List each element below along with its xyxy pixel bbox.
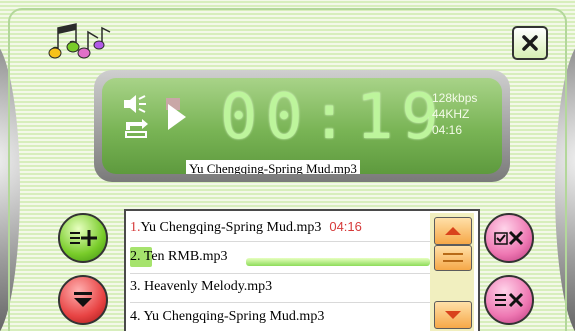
repeat-icon[interactable]	[122, 118, 150, 138]
collapse-button[interactable]	[58, 275, 108, 325]
playlist-item-index: 3.	[130, 279, 141, 294]
playlist-item-selected[interactable]: 2. Ten RMB.mp3	[130, 245, 430, 269]
close-icon	[522, 35, 538, 51]
playlist-item-title: Heavenly Melody.mp3	[144, 279, 273, 294]
delete-checked-icon	[494, 230, 524, 246]
add-to-playlist-button[interactable]	[58, 213, 108, 263]
bitrate-label: 128kbps	[432, 91, 478, 105]
samplerate-label: 44KHZ	[432, 107, 470, 121]
playlist-item-index: 2.	[130, 249, 141, 264]
now-playing-title: Yu Chengqing-Spring Mud.mp3	[186, 160, 360, 174]
playlist-item[interactable]: 3. Heavenly Melody.mp3	[130, 275, 430, 299]
delete-checked-button[interactable]	[484, 213, 534, 263]
playlist-item-duration: 04:16	[329, 219, 362, 234]
speaker-icon[interactable]	[122, 94, 150, 114]
add-to-playlist-icon	[70, 230, 97, 246]
playlist-item[interactable]: 4. Yu Chengqing-Spring Mud.mp3	[130, 305, 430, 329]
right-bumper	[555, 40, 575, 331]
music-notes-icon	[48, 23, 111, 59]
duration-label: 04:16	[432, 123, 463, 137]
row-divider	[130, 241, 430, 242]
row-divider	[130, 273, 430, 274]
track-info: 128kbps 44KHZ 04:16	[432, 90, 477, 138]
display-screen: 00:19 128kbps 44KHZ 04:16 Yu Chengqing-S…	[102, 78, 502, 174]
playlist-scrollbar[interactable]	[430, 213, 474, 331]
left-bumper	[0, 40, 20, 331]
media-player-window: 00:19 128kbps 44KHZ 04:16 Yu Chengqing-S…	[0, 0, 575, 331]
playlist-item[interactable]: 1.Yu Chengqing-Spring Mud.mp3 04:16	[130, 215, 430, 239]
triangle-up-icon	[445, 227, 461, 235]
selection-bar	[246, 258, 430, 266]
collapse-icon	[74, 292, 92, 307]
playlist-item-title: Yu Chengqing-Spring Mud.mp3	[143, 309, 325, 324]
close-button[interactable]	[512, 26, 548, 60]
elapsed-time: 00:19	[220, 80, 447, 153]
playlist-item-index: 1.	[130, 220, 141, 235]
play-icon[interactable]	[164, 98, 188, 136]
playlist-item-title: Ten RMB.mp3	[143, 249, 228, 264]
playlist-item-title: Yu Chengqing-Spring Mud.mp3	[140, 220, 322, 235]
clear-playlist-icon	[495, 292, 524, 308]
scroll-up-button[interactable]	[434, 217, 472, 245]
clear-playlist-button[interactable]	[484, 275, 534, 325]
row-divider	[130, 302, 430, 303]
scroll-down-button[interactable]	[434, 301, 472, 329]
scroll-thumb[interactable]	[434, 245, 472, 271]
playlist: 1.Yu Chengqing-Spring Mud.mp3 04:16 2. Te…	[124, 209, 480, 331]
triangle-down-icon	[445, 311, 461, 319]
playlist-item-index: 4.	[130, 309, 141, 324]
